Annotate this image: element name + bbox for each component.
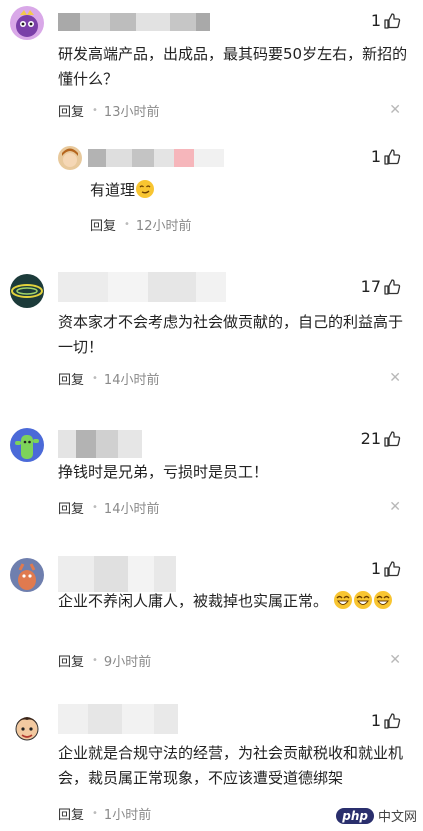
timestamp: 1小时前 [103, 808, 152, 823]
laugh-emoji-icon [333, 591, 352, 609]
avatar[interactable] [58, 146, 82, 170]
comment-text: 挣钱时是兄弟，亏损时是员工！ [58, 463, 269, 481]
reply-button[interactable]: 回复 [58, 651, 84, 670]
like-button[interactable]: 1 [371, 559, 401, 578]
like-button[interactable]: 1 [371, 711, 401, 730]
comment-text: 资本家才不会考虑为社会做贡献的，自己的利益高于一切！ [58, 313, 404, 356]
thumbs-up-icon [384, 12, 401, 29]
like-button[interactable]: 1 [371, 147, 401, 166]
close-icon[interactable]: ✕ [389, 370, 401, 386]
separator-dot: • [92, 655, 98, 666]
thumbs-up-icon [384, 560, 401, 577]
like-count: 1 [370, 711, 381, 730]
username-obscured [58, 556, 176, 592]
avatar[interactable] [10, 274, 44, 308]
comment-text: 研发高端产品，出成品，最其码要50岁左右，新招的懂什么？ [58, 45, 408, 88]
separator-dot: • [92, 105, 98, 116]
separator-dot: • [92, 502, 98, 513]
laugh-emoji-icon [373, 591, 392, 609]
reply-button[interactable]: 回复 [90, 215, 116, 234]
comment-item: 1 研发高端产品，出成品，最其码要50岁左右，新招的懂什么？ 回复 • 13小时… [0, 0, 423, 246]
timestamp: 14小时前 [103, 502, 160, 517]
timestamp: 14小时前 [103, 373, 160, 388]
like-count: 1 [370, 559, 381, 578]
smirk-emoji-icon [136, 180, 155, 198]
separator-dot: • [124, 219, 130, 230]
timestamp: 9小时前 [103, 655, 152, 670]
timestamp: 13小时前 [103, 105, 160, 120]
avatar[interactable] [10, 428, 44, 462]
reply-button[interactable]: 回复 [58, 804, 84, 823]
close-icon[interactable]: ✕ [389, 102, 401, 118]
avatar[interactable] [10, 558, 44, 592]
username-obscured [58, 272, 226, 302]
comment-item: 1 企业不养闲人庸人，被裁掉也实属正常。 回复 • 9小时前 ✕ [0, 548, 423, 678]
separator-dot: • [92, 808, 98, 819]
username-obscured [88, 149, 224, 167]
comment-meta: 回复 • 14小时前 [58, 369, 159, 388]
comment-text: 企业就是合规守法的经营，为社会贡献税收和就业机会，裁员属正常现象，不应该遭受道德… [58, 744, 404, 787]
username-obscured [58, 704, 178, 734]
comment-meta: 回复 • 14小时前 [58, 498, 159, 517]
thumbs-up-icon [384, 430, 401, 447]
like-count: 1 [370, 11, 381, 30]
thumbs-up-icon [384, 148, 401, 165]
comment-text-wrap: 企业不养闲人庸人，被裁掉也实属正常。 [58, 589, 398, 614]
comment-meta: 回复 • 1小时前 [58, 804, 151, 823]
close-icon[interactable]: ✕ [389, 499, 401, 515]
comment-meta: 回复 • 13小时前 [58, 101, 159, 120]
comment-item: 21 挣钱时是兄弟，亏损时是员工！ 回复 • 14小时前 ✕ [0, 418, 423, 528]
comment-meta: 回复 • 12小时前 [90, 215, 191, 234]
comment-text: 企业不养闲人庸人，被裁掉也实属正常。 [58, 592, 329, 610]
watermark-text: 中文网 [377, 810, 417, 825]
watermark-logo: php [336, 807, 374, 824]
timestamp: 12小时前 [135, 219, 192, 234]
reply-text-wrap: 有道理 [90, 178, 390, 203]
like-count: 17 [360, 277, 381, 296]
avatar[interactable] [10, 6, 44, 40]
comment-item: 17 资本家才不会考虑为社会做贡献的，自己的利益高于一切！ 回复 • 14小时前… [0, 262, 423, 392]
reply-button[interactable]: 回复 [58, 369, 84, 388]
like-button[interactable]: 1 [371, 11, 401, 30]
like-button[interactable]: 21 [361, 429, 401, 448]
reply-button[interactable]: 回复 [58, 498, 84, 517]
comment-text: 有道理 [90, 181, 136, 199]
like-button[interactable]: 17 [361, 277, 401, 296]
username-obscured [58, 13, 210, 31]
close-icon[interactable]: ✕ [389, 652, 401, 668]
avatar[interactable] [10, 710, 44, 744]
laugh-emoji-icon [353, 591, 372, 609]
comment-meta: 回复 • 9小时前 [58, 651, 151, 670]
username-obscured [58, 430, 142, 458]
reply-button[interactable]: 回复 [58, 101, 84, 120]
thumbs-up-icon [384, 712, 401, 729]
watermark: php 中文网 [336, 806, 417, 825]
like-count: 1 [370, 147, 381, 166]
like-count: 21 [360, 429, 381, 448]
separator-dot: • [92, 373, 98, 384]
thumbs-up-icon [384, 278, 401, 295]
